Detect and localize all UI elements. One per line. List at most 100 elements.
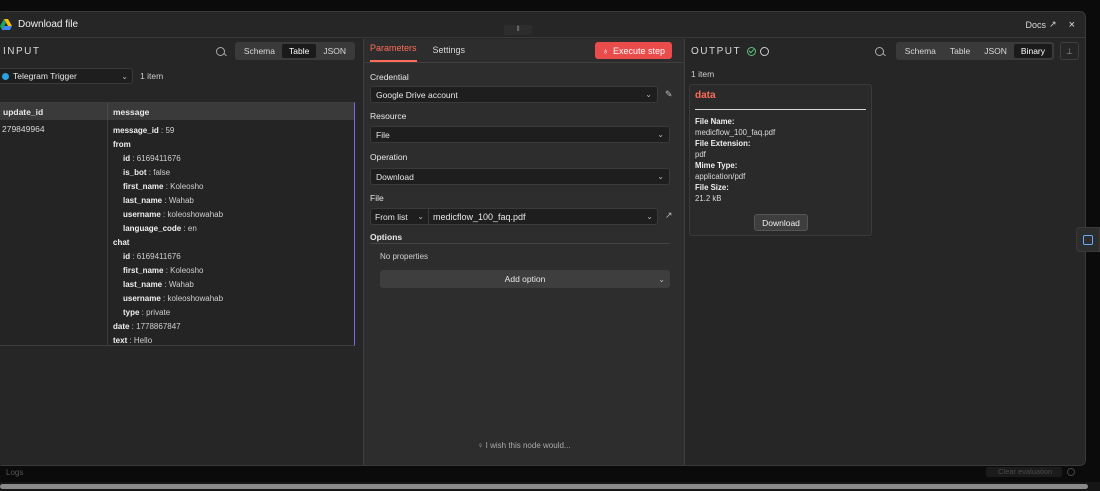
- chevron-down-icon: ⌄: [658, 274, 665, 284]
- close-button[interactable]: ×: [1069, 19, 1075, 31]
- input-view-schema[interactable]: Schema: [237, 44, 282, 58]
- message-field: last_name : Wahab: [123, 196, 194, 205]
- file-mode-value: From list: [375, 211, 408, 222]
- message-field: id : 6169411676: [123, 252, 181, 261]
- drag-handle[interactable]: ⦀: [504, 25, 532, 35]
- field-value: 1778867847: [136, 322, 181, 331]
- message-field: last_name : Wahab: [123, 280, 194, 289]
- side-panel-toggle[interactable]: [1076, 227, 1100, 252]
- operation-select[interactable]: Download ⌄: [370, 168, 670, 185]
- output-title: OUTPUT: [691, 45, 742, 57]
- horizontal-scrollbar[interactable]: [0, 482, 1100, 491]
- chevron-down-icon: ⌄: [645, 90, 652, 99]
- credential-value: Google Drive account: [376, 89, 458, 100]
- search-icon[interactable]: [215, 46, 225, 56]
- operation-value: Download: [376, 171, 414, 182]
- success-check-icon: [747, 46, 757, 56]
- file-value-select[interactable]: medicflow_100_faq.pdf ⌄: [429, 212, 657, 222]
- cell-message: message_id : 59 from id : 6169411676 is_bot…: [108, 120, 354, 346]
- download-button[interactable]: Download: [754, 214, 808, 231]
- input-data-table: update_id message 279849964 message_id :…: [0, 102, 355, 346]
- field-key: first_name: [123, 182, 164, 191]
- message-field: first_name : Koleosho: [123, 266, 204, 275]
- open-external-icon[interactable]: ↗: [665, 210, 674, 220]
- help-icon[interactable]: [1067, 468, 1075, 476]
- field-value: private: [146, 308, 171, 317]
- field-value: false: [153, 168, 171, 177]
- chevron-down-icon: ⌄: [657, 130, 664, 139]
- message-field: type : private: [123, 308, 171, 317]
- field-value: koleoshowahab: [167, 294, 224, 303]
- field-value: Hello: [133, 336, 153, 345]
- add-option-label: Add option: [504, 274, 546, 284]
- no-properties-text: No properties: [380, 252, 429, 261]
- binary-title: data: [695, 90, 716, 101]
- column-header-message: message: [113, 106, 150, 117]
- output-pane: OUTPUT Schema Table JSON Binary ⊥ 1 item…: [685, 39, 1085, 465]
- file-mode-select[interactable]: From list ⌄: [371, 209, 429, 224]
- tab-settings[interactable]: Settings: [433, 45, 466, 62]
- google-drive-icon: [0, 18, 13, 32]
- field-value: 6169411676: [136, 154, 181, 163]
- output-view-binary[interactable]: Binary: [1013, 44, 1052, 58]
- file-extension-label: File Extension:: [695, 139, 751, 148]
- input-view-table[interactable]: Table: [282, 44, 317, 58]
- file-size-value: 21.2 kB: [695, 194, 722, 203]
- table-row: 279849964 message_id : 59 from id : 616941…: [0, 120, 354, 346]
- pencil-icon[interactable]: ✎: [665, 89, 674, 99]
- input-node-label: Telegram Trigger: [13, 71, 77, 81]
- message-field: id : 6169411676: [123, 154, 181, 163]
- chevron-down-icon: ⌄: [121, 71, 128, 81]
- execute-step-label: Execute step: [612, 45, 665, 56]
- message-field: from: [113, 138, 354, 152]
- modal-header: Download file Docs ↗ ×: [0, 12, 1085, 38]
- message-field: message_id : 59: [113, 126, 175, 135]
- file-name-label: File Name:: [695, 117, 735, 126]
- search-icon[interactable]: [874, 46, 884, 56]
- parameters-pane: ⦀ Parameters Settings ♁ Execute step Cre…: [363, 25, 685, 465]
- tab-parameters[interactable]: Parameters: [370, 43, 417, 62]
- field-value: koleoshowahab: [167, 210, 224, 219]
- file-extension-value: pdf: [695, 150, 706, 159]
- field-key: language_code: [123, 224, 182, 233]
- input-title: INPUT: [3, 45, 41, 57]
- field-key: from: [113, 140, 131, 149]
- execute-step-button[interactable]: ♁ Execute step: [595, 42, 672, 59]
- chevron-down-icon: ⌄: [657, 172, 664, 181]
- message-field: first_name : Koleosho: [123, 182, 204, 191]
- resource-select[interactable]: File ⌄: [370, 126, 670, 143]
- field-key: message_id: [113, 126, 159, 135]
- add-option-button[interactable]: Add option ⌄: [380, 270, 670, 288]
- field-value: Wahab: [168, 280, 194, 289]
- output-view-json[interactable]: JSON: [977, 44, 1014, 58]
- field-value: Koleosho: [170, 266, 204, 275]
- field-key: last_name: [123, 280, 163, 289]
- docs-link[interactable]: Docs ↗: [1026, 19, 1057, 30]
- field-key: type: [123, 308, 140, 317]
- binary-data-card: data File Name: medicflow_100_faq.pdf Fi…: [689, 84, 872, 236]
- message-field: language_code : en: [123, 224, 197, 233]
- input-view-json[interactable]: JSON: [316, 44, 353, 58]
- logs-label[interactable]: Logs: [6, 468, 23, 477]
- resource-value: File: [376, 129, 390, 140]
- feedback-link[interactable]: ♀ I wish this node would...: [364, 441, 684, 450]
- chevron-down-icon: ⌄: [417, 212, 424, 221]
- external-link-icon: ↗: [1049, 19, 1057, 29]
- info-icon[interactable]: [760, 46, 770, 56]
- pin-icon: ⊥: [1066, 46, 1073, 56]
- input-node-select[interactable]: Telegram Trigger ⌄: [0, 68, 133, 84]
- message-field: username : koleoshowahab: [123, 210, 224, 219]
- clear-evaluation-button[interactable]: Clear evaluation: [986, 467, 1062, 477]
- feedback-label: I wish this node would...: [485, 441, 571, 450]
- scrollbar-thumb[interactable]: [0, 484, 1088, 489]
- docs-label: Docs: [1025, 19, 1047, 30]
- pin-data-button[interactable]: ⊥: [1060, 42, 1079, 60]
- file-label: File: [370, 193, 384, 203]
- field-value: en: [187, 224, 197, 233]
- output-view-table[interactable]: Table: [943, 44, 977, 58]
- field-key: text: [113, 336, 128, 345]
- credential-select[interactable]: Google Drive account ⌄: [370, 86, 658, 103]
- output-view-schema[interactable]: Schema: [898, 44, 943, 58]
- panel-icon: [1083, 234, 1093, 245]
- field-value: 6169411676: [136, 252, 181, 261]
